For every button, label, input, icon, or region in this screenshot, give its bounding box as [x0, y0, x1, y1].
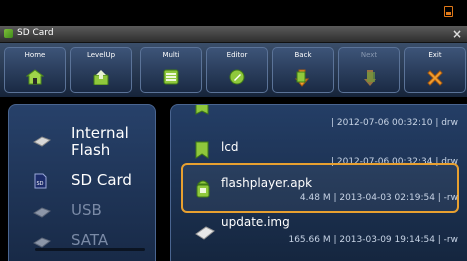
home-button[interactable]: Home — [4, 47, 66, 93]
device-item-internal-flash[interactable]: Internal Flash — [9, 123, 155, 163]
android-apk-icon — [196, 180, 210, 198]
internal-flash-icon — [33, 136, 51, 147]
home-icon — [26, 69, 44, 85]
levelup-button-label: LevelUp — [86, 51, 116, 59]
exit-x-icon — [427, 70, 443, 86]
folder-icon — [195, 105, 209, 115]
editor-icon — [229, 69, 245, 85]
file-name: lcd — [221, 140, 239, 154]
next-button-label: Next — [360, 51, 378, 59]
home-button-label: Home — [24, 51, 46, 59]
device-item-usb[interactable]: USB — [9, 201, 155, 221]
back-button-label: Back — [294, 51, 312, 59]
file-name: update.img — [221, 215, 290, 229]
back-arrow-icon — [294, 69, 310, 87]
next-arrow-icon — [364, 70, 376, 86]
sata-icon — [33, 237, 51, 248]
file-list: | 2012-07-06 00:32:10 | drw lcd | 2012-0… — [170, 104, 467, 261]
editor-button[interactable]: Editor — [206, 47, 268, 93]
levelup-button[interactable]: LevelUp — [70, 47, 132, 93]
multi-select-icon — [163, 69, 179, 85]
device-label-line2: Flash — [71, 141, 111, 159]
device-label: SATA — [71, 231, 109, 249]
back-button[interactable]: Back — [272, 47, 334, 93]
window-title: SD Card — [17, 28, 54, 38]
status-bar — [0, 0, 467, 26]
file-name: flashplayer.apk — [221, 176, 313, 190]
next-button[interactable]: Next — [338, 47, 400, 93]
device-item-sd-card[interactable]: SD SD Card — [9, 171, 155, 191]
device-list: Internal Flash SD SD Card USB SATA — [8, 104, 156, 261]
level-up-icon — [93, 70, 109, 85]
editor-button-label: Editor — [226, 51, 248, 59]
list-item[interactable]: flashplayer.apk 4.48 M | 2013-04-03 02:1… — [171, 167, 467, 211]
multi-button-label: Multi — [162, 51, 180, 59]
file-meta: 165.66 M | 2013-03-09 19:14:54 | -rw — [288, 235, 458, 245]
sd-card-status-icon — [444, 6, 453, 17]
exit-button-label: Exit — [428, 51, 442, 59]
sd-card-icon: SD — [34, 173, 47, 189]
title-bar: SD Card × — [0, 26, 467, 43]
file-meta: 4.48 M | 2013-04-03 02:19:54 | -rw — [299, 193, 458, 203]
device-label: USB — [71, 201, 102, 219]
file-icon — [195, 226, 215, 240]
svg-text:SD: SD — [36, 181, 43, 187]
toolbar: Home LevelUp Multi Editor Back Next Exit — [0, 43, 467, 97]
close-icon[interactable]: × — [452, 27, 462, 41]
exit-button[interactable]: Exit — [404, 47, 466, 93]
file-meta: | 2012-07-06 00:32:10 | drw — [330, 118, 458, 128]
folder-icon — [195, 141, 209, 159]
usb-icon — [33, 207, 51, 218]
device-list-scrollbar[interactable] — [35, 248, 145, 251]
multi-button[interactable]: Multi — [140, 47, 202, 93]
device-label: SD Card — [71, 171, 132, 189]
device-label-line1: Internal — [71, 124, 129, 142]
list-item[interactable]: update.img 165.66 M | 2013-03-09 19:14:5… — [171, 215, 467, 255]
app-icon — [4, 29, 13, 38]
list-item[interactable]: | 2012-07-06 00:32:10 | drw — [171, 105, 467, 133]
list-item[interactable]: lcd | 2012-07-06 00:32:34 | drw — [171, 135, 467, 167]
